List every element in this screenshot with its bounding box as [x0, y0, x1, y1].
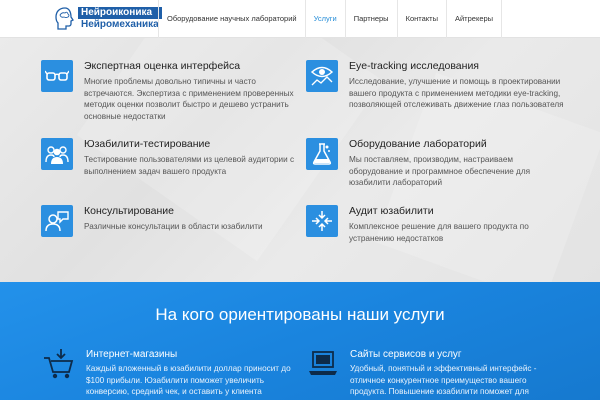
service-title: Экспертная оценка интерфейса	[84, 60, 241, 72]
service-title: Аудит юзабилити	[349, 205, 434, 217]
logo-subtitle: Нейромеханика	[81, 19, 159, 30]
glasses-icon	[41, 60, 73, 92]
section-title: На кого ориентированы наши услуги	[155, 305, 445, 324]
service-description: Комплексное решение для вашего продукта …	[349, 222, 529, 243]
site-header: Нейроиконика Нейромеханика Оборудование …	[0, 0, 600, 38]
main-nav: Оборудование научных лабораторий Услуги …	[158, 0, 503, 38]
compress-arrows-icon	[306, 205, 338, 237]
eye-chart-icon	[306, 60, 338, 92]
flask-icon	[306, 138, 338, 170]
target-audience-section: На кого ориентированы наши услуги Интерн…	[0, 282, 600, 400]
service-description: Исследование, улучшение и помощь в проек…	[349, 77, 564, 109]
service-description: Тестирование пользователями из целевой а…	[84, 155, 295, 176]
service-title: Eye-tracking исследования	[349, 60, 479, 72]
services-section: Экспертная оценка интерфейса Многие проб…	[0, 38, 600, 282]
target-description: Удобный, понятный и эффективный интерфей…	[350, 364, 537, 396]
brain-head-icon	[55, 7, 74, 30]
nav-item-partners[interactable]: Партнеры	[344, 0, 397, 38]
shopping-cart-icon	[44, 349, 74, 379]
service-description: Мы поставляем, производим, настраиваем о…	[349, 155, 531, 187]
target-title: Сайты сервисов и услуг	[350, 349, 462, 360]
consult-icon	[41, 205, 73, 237]
service-title: Консультирование	[84, 205, 174, 217]
service-title: Юзабилити-тестирование	[84, 138, 211, 150]
laptop-icon	[309, 351, 337, 375]
target-description: Каждый вложенный в юзабилити доллар прин…	[86, 364, 291, 396]
users-group-icon	[41, 138, 73, 170]
nav-item-lab-equipment[interactable]: Оборудование научных лабораторий	[158, 0, 305, 38]
nav-item-eyetrackers[interactable]: Айтрекеры	[445, 0, 503, 38]
logo-title: Нейроиконика	[78, 7, 162, 19]
nav-item-contacts[interactable]: Контакты	[396, 0, 446, 38]
nav-item-services[interactable]: Услуги	[304, 0, 345, 38]
site-logo[interactable]: Нейроиконика Нейромеханика	[55, 6, 162, 32]
service-description: Различные консультации в области юзабили…	[84, 222, 263, 231]
service-title: Оборудование лабораторий	[349, 138, 487, 150]
service-description: Многие проблемы довольно типичны и часто…	[84, 77, 294, 121]
target-title: Интернет-магазины	[86, 349, 178, 360]
